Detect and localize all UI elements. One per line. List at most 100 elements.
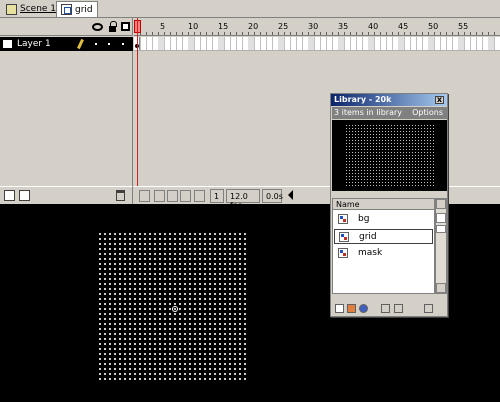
- frame-cell[interactable]: [374, 37, 375, 50]
- center-frame-icon[interactable]: [139, 190, 150, 202]
- library-item-grid[interactable]: grid: [334, 229, 433, 244]
- ruler-tick: [410, 32, 411, 35]
- ruler-tick: [470, 32, 471, 35]
- frame-cell[interactable]: [434, 37, 435, 50]
- frame-cell[interactable]: [326, 37, 327, 50]
- ruler-number: 20: [248, 22, 259, 31]
- scene-icon: [6, 3, 17, 15]
- ruler-tick: [314, 32, 315, 35]
- frame-cell[interactable]: [194, 37, 195, 50]
- outline-icon[interactable]: [121, 22, 130, 31]
- scene-tab-bar: Scene 1 grid: [0, 0, 500, 18]
- scroll-left-icon[interactable]: [288, 190, 293, 200]
- frame-cell[interactable]: [164, 37, 165, 50]
- frame-cell[interactable]: [392, 37, 393, 50]
- scroll-down-icon[interactable]: [436, 283, 446, 293]
- scroll-right-icon[interactable]: [424, 304, 433, 313]
- trash-icon[interactable]: [116, 190, 125, 201]
- frame-cell[interactable]: [482, 37, 483, 50]
- new-folder-icon[interactable]: [347, 304, 356, 313]
- library-column-header[interactable]: Name: [333, 199, 434, 210]
- frame-cell[interactable]: [242, 37, 243, 50]
- frame-cell[interactable]: [302, 37, 303, 50]
- frame-cell[interactable]: [320, 37, 321, 50]
- library-item-list[interactable]: Name bg grid mask: [332, 198, 435, 294]
- frame-cell[interactable]: [314, 37, 315, 50]
- new-symbol-icon[interactable]: [335, 304, 344, 313]
- frame-cell[interactable]: [254, 37, 255, 50]
- frame-cell[interactable]: [224, 37, 225, 50]
- frame-cell[interactable]: [356, 37, 357, 50]
- frame-cell[interactable]: [284, 37, 285, 50]
- wide-view-icon[interactable]: [436, 213, 446, 223]
- ruler-tick: [158, 32, 159, 35]
- edit-multiple-frames-icon[interactable]: [180, 190, 191, 202]
- frame-cell[interactable]: [362, 37, 363, 50]
- frame-cell[interactable]: [404, 37, 405, 50]
- frame-cell[interactable]: [146, 37, 147, 50]
- frame-cell[interactable]: [386, 37, 387, 50]
- frame-cell[interactable]: [170, 37, 171, 50]
- graphic-symbol-icon: [339, 232, 349, 242]
- frame-cell[interactable]: [230, 37, 231, 50]
- tab-scene-1[interactable]: Scene 1: [2, 1, 61, 17]
- onion-skin-icon[interactable]: [154, 190, 165, 202]
- frame-cell[interactable]: [332, 37, 333, 50]
- frame-cell[interactable]: [410, 37, 411, 50]
- frame-cell[interactable]: [272, 37, 273, 50]
- frame-cell[interactable]: [446, 37, 447, 50]
- library-options-menu[interactable]: Options: [412, 108, 443, 117]
- frame-cell[interactable]: [380, 37, 381, 50]
- frame-row-layer-1[interactable]: [134, 37, 500, 51]
- frame-cell[interactable]: [260, 37, 261, 50]
- frame-cell[interactable]: [290, 37, 291, 50]
- library-scrollbar[interactable]: [435, 198, 447, 294]
- frame-cell[interactable]: [266, 37, 267, 50]
- frame-cell[interactable]: [182, 37, 183, 50]
- library-title-bar[interactable]: Library - 20k x: [331, 94, 447, 106]
- frame-cell[interactable]: [494, 37, 495, 50]
- frame-cell[interactable]: [212, 37, 213, 50]
- frame-cell[interactable]: [422, 37, 423, 50]
- frame-ruler[interactable]: 1 5 10 15 20 25 30 35 40 45 50 55: [134, 18, 500, 36]
- frame-cell[interactable]: [236, 37, 237, 50]
- frame-cell[interactable]: [416, 37, 417, 50]
- frame-cell[interactable]: [440, 37, 441, 50]
- add-guide-layer-icon[interactable]: [19, 190, 30, 201]
- ruler-tick: [170, 32, 171, 35]
- layer-row-layer-1[interactable]: Layer 1: [0, 37, 133, 51]
- frame-cell[interactable]: [140, 37, 141, 50]
- scroll-left-icon[interactable]: [394, 304, 403, 313]
- modify-markers-icon[interactable]: [194, 190, 205, 202]
- frame-cell[interactable]: [452, 37, 453, 50]
- library-item-mask[interactable]: mask: [334, 246, 433, 261]
- tab-grid-symbol[interactable]: grid: [56, 1, 98, 17]
- properties-icon[interactable]: [359, 304, 368, 313]
- delete-item-icon[interactable]: [381, 304, 390, 313]
- frame-cell[interactable]: [464, 37, 465, 50]
- frame-cell[interactable]: [152, 37, 153, 50]
- lock-dot[interactable]: [108, 43, 110, 45]
- frame-cell[interactable]: [344, 37, 345, 50]
- frame-cell[interactable]: [200, 37, 201, 50]
- layer-name[interactable]: Layer 1: [17, 39, 51, 49]
- frame-cell[interactable]: [350, 37, 351, 50]
- frame-cell[interactable]: [176, 37, 177, 50]
- library-item-bg[interactable]: bg: [334, 212, 433, 227]
- narrow-view-icon[interactable]: [436, 225, 446, 233]
- frame-cell[interactable]: [206, 37, 207, 50]
- frame-cell[interactable]: [476, 37, 477, 50]
- frame-cell[interactable]: [296, 37, 297, 50]
- onion-outline-icon[interactable]: [167, 190, 178, 202]
- close-icon[interactable]: x: [435, 96, 444, 104]
- outline-dot[interactable]: [122, 43, 124, 45]
- insert-layer-icon[interactable]: [4, 190, 15, 201]
- ruler-tick: [284, 32, 285, 35]
- visibility-dot[interactable]: [95, 43, 97, 45]
- scroll-up-icon[interactable]: [436, 199, 446, 209]
- eye-icon[interactable]: [92, 23, 103, 31]
- ruler-tick: [200, 32, 201, 35]
- ruler-number: 55: [458, 22, 469, 31]
- lock-icon[interactable]: [109, 21, 117, 32]
- frame-cell[interactable]: [470, 37, 471, 50]
